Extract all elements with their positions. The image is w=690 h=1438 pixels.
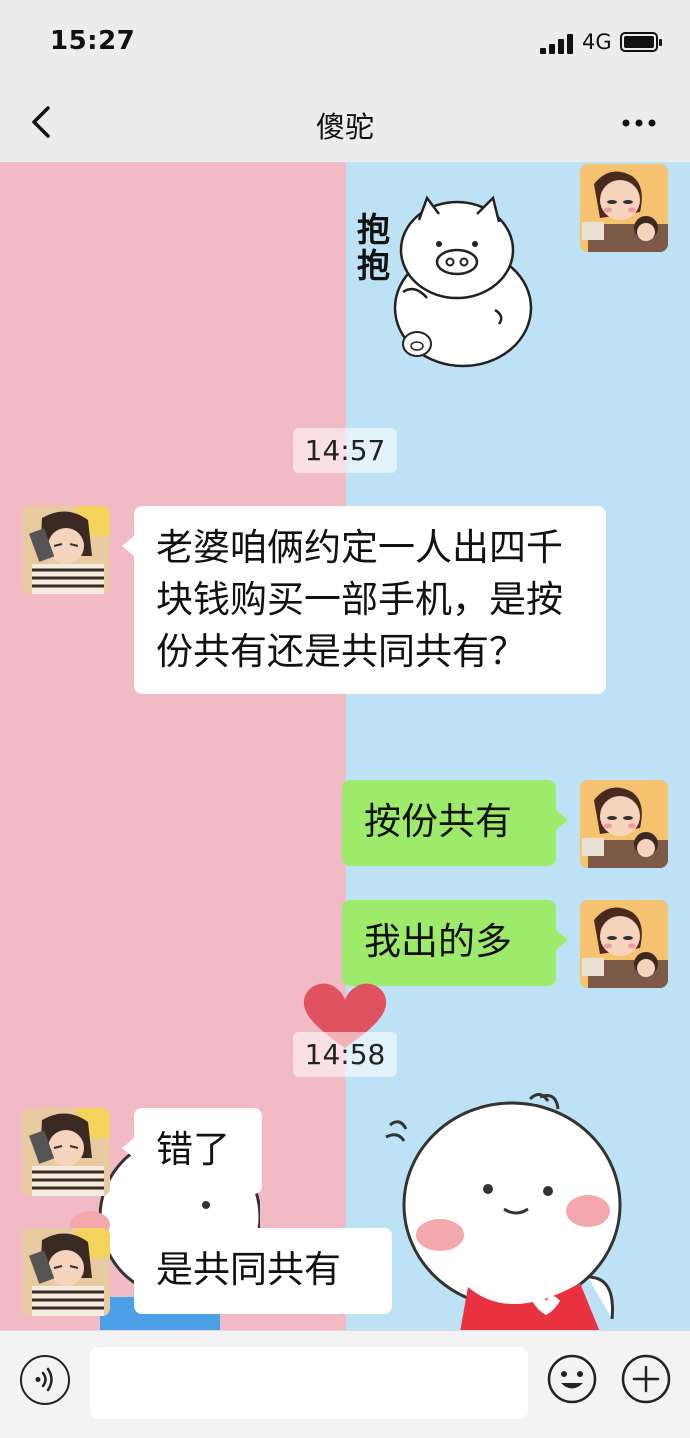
chat-header: 傻驼: [0, 86, 690, 162]
message-bubble-sent[interactable]: 按份共有: [342, 780, 568, 866]
avatar-illustration: [22, 1108, 110, 1196]
self-avatar[interactable]: [580, 900, 668, 988]
baby-background-decoration: [380, 1087, 640, 1330]
plus-icon: [621, 1354, 671, 1404]
voice-input-button[interactable]: [20, 1355, 70, 1405]
more-functions-button[interactable]: [620, 1353, 672, 1405]
message-input[interactable]: [90, 1347, 528, 1419]
message-text: 错了: [156, 1128, 230, 1171]
avatar-illustration: [580, 780, 668, 868]
more-dots-icon: [622, 119, 656, 127]
status-time: 15:27: [50, 26, 136, 56]
timestamp-label: 14:57: [292, 428, 398, 473]
contact-avatar[interactable]: [22, 506, 110, 594]
chat-area[interactable]: 抱抱 14:57 老婆咱俩约定一人出四千块钱购买一部手机，是按份共有还是共同共有…: [0, 162, 690, 1330]
sticker-caption: 抱抱: [357, 210, 390, 285]
avatar-illustration: [580, 164, 668, 252]
timestamp: 14:57: [0, 428, 690, 473]
signal-strength-icon: [540, 34, 574, 54]
message-text: 是共同共有: [156, 1248, 341, 1291]
timestamp-label: 14:58: [292, 1032, 398, 1077]
self-avatar[interactable]: [580, 164, 668, 252]
avatar-illustration: [22, 1228, 110, 1316]
message-bubble-sent[interactable]: 我出的多: [342, 900, 568, 986]
network-type: 4G: [582, 30, 612, 54]
contact-avatar[interactable]: [22, 1228, 110, 1316]
message-text: 按份共有: [364, 800, 512, 843]
emoji-button[interactable]: [546, 1353, 598, 1405]
self-avatar[interactable]: [580, 780, 668, 868]
timestamp: 14:58: [0, 1032, 690, 1077]
baby-illustration: [385, 1093, 622, 1330]
message-text: 老婆咱俩约定一人出四千块钱购买一部手机，是按份共有还是共同共有？: [156, 526, 563, 673]
chat-title: 傻驼: [315, 110, 374, 144]
message-bubble-received[interactable]: 是共同共有: [122, 1228, 392, 1314]
avatar-illustration: [580, 900, 668, 988]
input-toolbar: [0, 1330, 690, 1438]
status-bar: 15:27 4G: [0, 0, 690, 86]
more-options-button[interactable]: [614, 108, 664, 138]
voice-icon: [35, 1367, 53, 1392]
message-text: 我出的多: [364, 920, 512, 963]
message-bubble-received[interactable]: 老婆咱俩约定一人出四千块钱购买一部手机，是按份共有还是共同共有？: [122, 506, 606, 694]
avatar-illustration: [22, 506, 110, 594]
message-bubble-received[interactable]: 错了: [122, 1108, 262, 1194]
smiley-icon: [547, 1354, 597, 1404]
sticker-hug-pig[interactable]: 抱抱: [355, 192, 540, 376]
contact-avatar[interactable]: [22, 1108, 110, 1196]
battery-icon: [620, 32, 662, 52]
